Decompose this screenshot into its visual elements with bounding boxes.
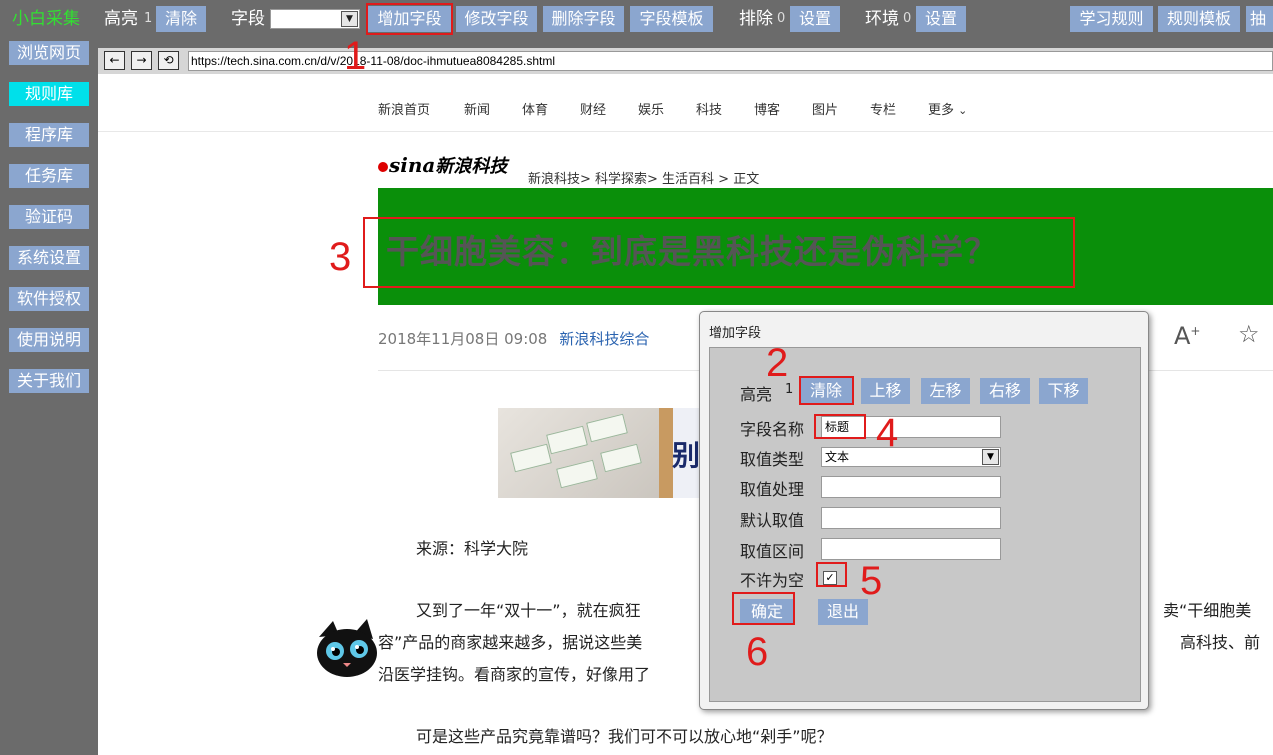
highlight-count: 1 xyxy=(144,11,153,26)
value-type-select[interactable]: 文本 ▼ xyxy=(821,447,1001,467)
default-value-label: 默认取值 xyxy=(740,511,805,530)
env-label: 环境 xyxy=(865,9,899,29)
paragraph-1b: 卖“干细胞美 xyxy=(1163,601,1252,620)
back-button[interactable]: ← xyxy=(104,51,125,70)
value-type-value: 文本 xyxy=(825,450,850,464)
move-up-button[interactable]: 上移 xyxy=(861,378,910,404)
paragraph-4: 可是这些产品究竟靠谱吗？我们可不可以放心地“剁手”呢？ xyxy=(416,727,833,746)
site-nav-sports[interactable]: 体育 xyxy=(522,99,548,118)
logo-text: sina xyxy=(389,153,436,177)
sidebar-item-rules[interactable]: 规则库 xyxy=(9,82,89,106)
dropdown-arrow-icon: ▼ xyxy=(982,449,999,465)
annotation-number-2: 2 xyxy=(766,341,789,385)
sidebar-item-manual[interactable]: 使用说明 xyxy=(9,328,89,352)
extract-button[interactable]: 抽 xyxy=(1246,6,1273,32)
breadcrumb[interactable]: 新浪科技> 科学探索> 生活百科 > 正文 xyxy=(528,168,759,187)
highlight-clear-button[interactable]: 清除 xyxy=(156,6,206,32)
cat-mascot-icon[interactable] xyxy=(313,617,381,683)
annotation-number-6: 6 xyxy=(746,630,769,674)
edit-field-button[interactable]: 修改字段 xyxy=(456,6,537,32)
sidebar-item-programs[interactable]: 程序库 xyxy=(9,123,89,147)
site-nav-finance[interactable]: 财经 xyxy=(580,99,606,118)
sidebar-item-browse[interactable]: 浏览网页 xyxy=(9,41,89,65)
ad-image[interactable] xyxy=(498,408,673,498)
field-name-label: 字段名称 xyxy=(740,420,805,439)
logo-cn: 新浪科技 xyxy=(435,156,508,177)
annotation-number-3: 3 xyxy=(329,235,352,279)
site-nav-tech[interactable]: 科技 xyxy=(696,99,722,118)
field-select[interactable]: ▼ xyxy=(270,9,360,29)
sidebar-item-settings[interactable]: 系统设置 xyxy=(9,246,89,270)
sidebar: 浏览网页 规则库 程序库 任务库 验证码 系统设置 软件授权 使用说明 关于我们 xyxy=(0,38,98,755)
exclude-count: 0 xyxy=(777,11,786,26)
value-range-input[interactable] xyxy=(821,538,1001,560)
paragraph-source: 来源：科学大院 xyxy=(416,539,529,558)
article-header: sina新浪科技 新浪科技> 科学探索> 生活百科 > 正文 xyxy=(378,152,1273,188)
dropdown-arrow-icon: ▼ xyxy=(341,11,358,27)
top-toolbar: 小白采集 高亮 1 清除 字段 ▼ 增加字段 修改字段 删除字段 字段模板 排除… xyxy=(0,0,1273,38)
font-size-icon[interactable]: A+ xyxy=(1174,322,1200,350)
move-down-button[interactable]: 下移 xyxy=(1039,378,1088,404)
sina-eye-icon xyxy=(378,162,388,172)
annotation-box-5 xyxy=(816,562,847,587)
annotation-box-6 xyxy=(732,592,795,625)
value-process-input[interactable] xyxy=(821,476,1001,498)
exclude-settings-button[interactable]: 设置 xyxy=(790,6,840,32)
default-value-input[interactable] xyxy=(821,507,1001,529)
refresh-button[interactable]: ⟲ xyxy=(158,51,179,70)
site-nav: 新浪首页 新闻 体育 财经 娱乐 科技 博客 图片 专栏 更多 ⌄ xyxy=(98,82,1273,132)
sina-logo: sina新浪科技 xyxy=(378,152,507,178)
paragraph-2a: 容”产品的商家越来越多，据说这些美 xyxy=(378,633,643,652)
move-right-button[interactable]: 右移 xyxy=(980,378,1030,404)
site-nav-home[interactable]: 新浪首页 xyxy=(378,99,430,118)
article-source[interactable]: 新浪科技综合 xyxy=(559,330,649,348)
annotation-number-5: 5 xyxy=(860,559,883,603)
paragraph-2b: 高科技、前 xyxy=(1180,633,1261,652)
browser-toolbar: ← → ⟲ https://tech.sina.com.cn/d/v/2018-… xyxy=(98,48,1273,74)
field-label: 字段 xyxy=(231,9,265,29)
dialog-body: 高亮 1 清除 上移 左移 右移 下移 字段名称 标题 取值类型 文本 ▼ 取值… xyxy=(709,347,1141,702)
env-settings-button[interactable]: 设置 xyxy=(916,6,966,32)
sidebar-item-tasks[interactable]: 任务库 xyxy=(9,164,89,188)
delete-field-button[interactable]: 删除字段 xyxy=(543,6,624,32)
annotation-number-1: 1 xyxy=(344,34,367,78)
site-nav-more[interactable]: 更多 ⌄ xyxy=(928,99,967,118)
site-nav-ent[interactable]: 娱乐 xyxy=(638,99,664,118)
sidebar-item-about[interactable]: 关于我们 xyxy=(9,369,89,393)
move-left-button[interactable]: 左移 xyxy=(921,378,970,404)
site-nav-blog[interactable]: 博客 xyxy=(754,99,780,118)
value-process-label: 取值处理 xyxy=(740,480,805,499)
article-date: 2018年11月08日 09:08 xyxy=(378,330,548,348)
field-template-button[interactable]: 字段模板 xyxy=(630,6,713,32)
env-count: 0 xyxy=(903,11,912,26)
paragraph-3: 沿医学挂钩。看商家的宣传，好像用了 xyxy=(378,665,651,684)
value-type-label: 取值类型 xyxy=(740,450,805,469)
site-nav-column[interactable]: 专栏 xyxy=(870,99,896,118)
annotation-box-3 xyxy=(363,217,1075,288)
exclude-label: 排除 xyxy=(739,9,773,29)
chevron-down-icon: ⌄ xyxy=(958,104,968,117)
site-nav-photo[interactable]: 图片 xyxy=(812,99,838,118)
paragraph-1a: 又到了一年“双十一”，就在疯狂 xyxy=(416,601,641,620)
forward-button[interactable]: → xyxy=(131,51,152,70)
annotation-box-4 xyxy=(814,414,866,439)
not-null-label: 不许为空 xyxy=(740,571,805,590)
star-icon[interactable]: ☆ xyxy=(1238,320,1260,348)
annotation-box-2 xyxy=(799,376,854,405)
value-range-label: 取值区间 xyxy=(740,542,805,561)
site-nav-more-label: 更多 xyxy=(928,103,955,118)
annotation-box-1 xyxy=(366,3,453,35)
dialog-title: 增加字段 xyxy=(709,326,762,341)
sidebar-item-license[interactable]: 软件授权 xyxy=(9,287,89,311)
site-nav-news[interactable]: 新闻 xyxy=(464,99,490,118)
highlight-label: 高亮 xyxy=(104,9,138,29)
annotation-number-4: 4 xyxy=(876,411,899,455)
app-brand: 小白采集 xyxy=(12,9,80,29)
ad-text: 别 xyxy=(672,439,701,472)
article-meta: 2018年11月08日 09:08 新浪科技综合 xyxy=(378,328,649,349)
learn-rules-button[interactable]: 学习规则 xyxy=(1070,6,1153,32)
sidebar-item-captcha[interactable]: 验证码 xyxy=(9,205,89,229)
rule-template-button[interactable]: 规则模板 xyxy=(1158,6,1240,32)
